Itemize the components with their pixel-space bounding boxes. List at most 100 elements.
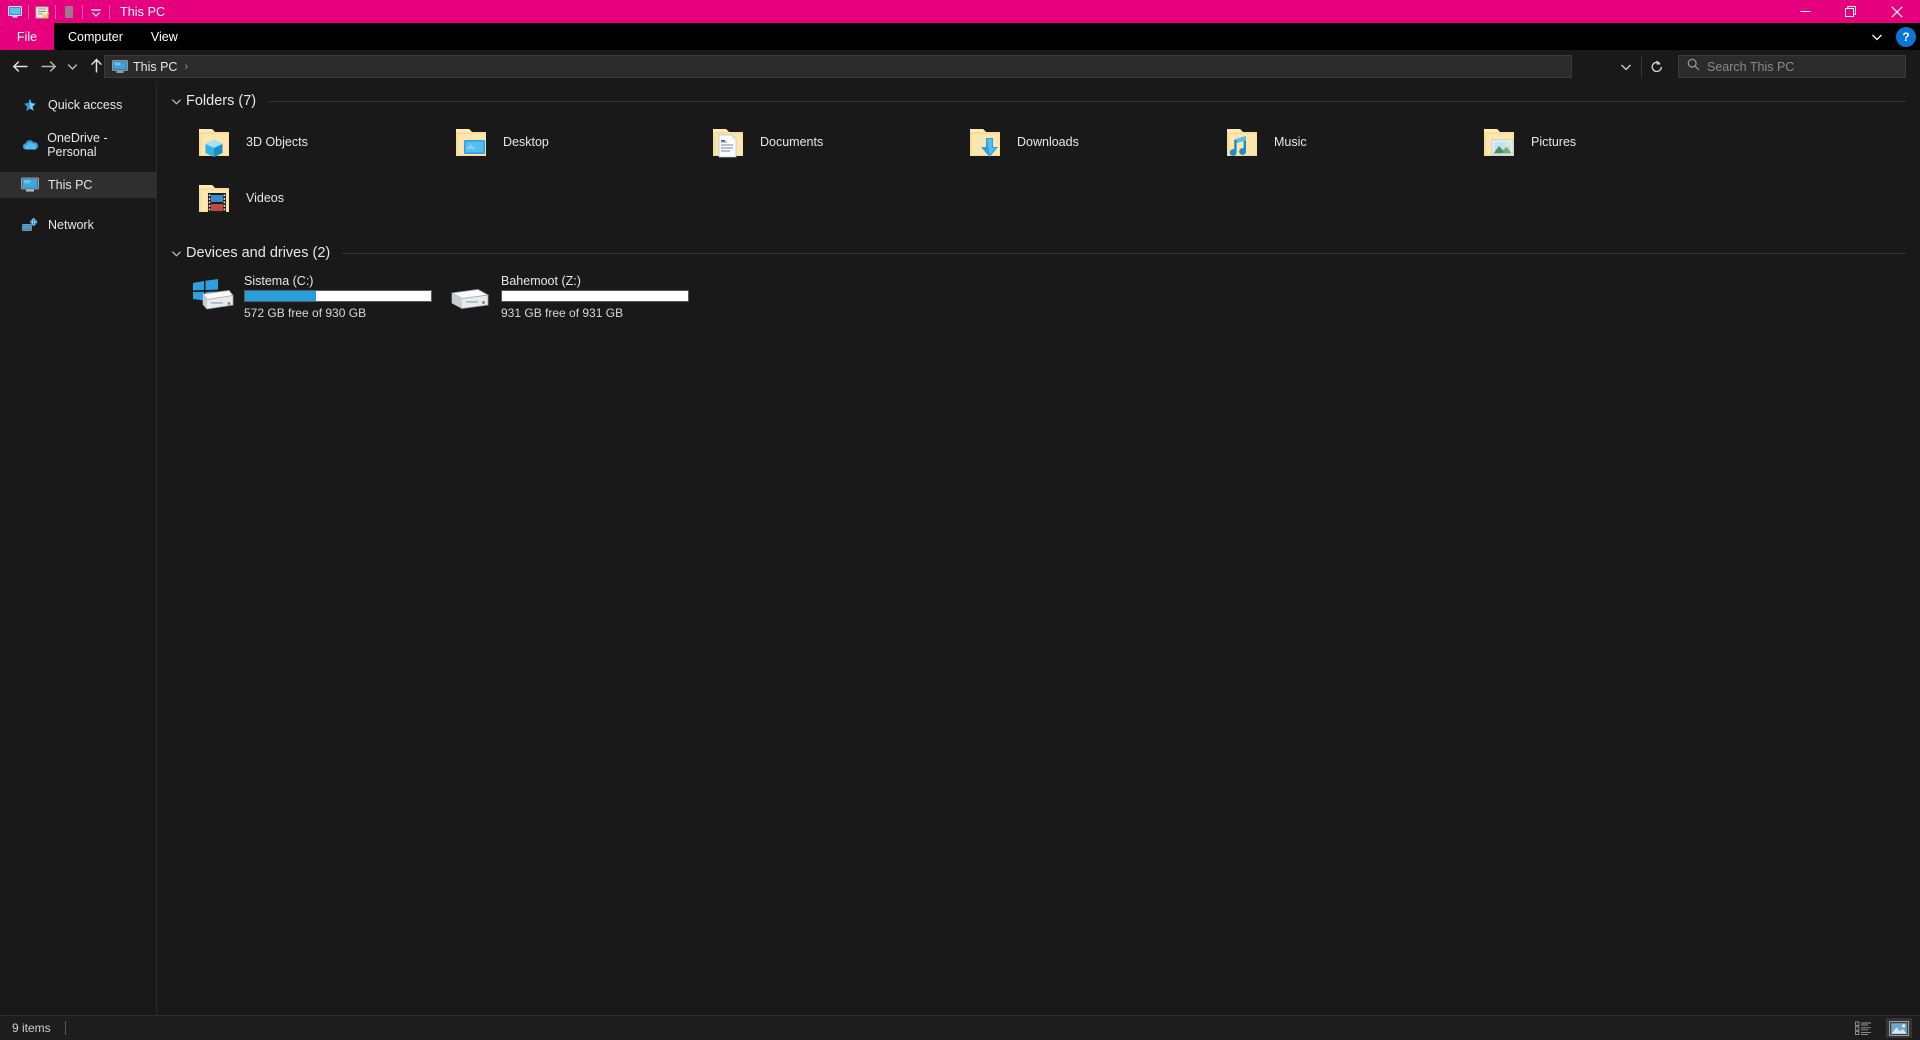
undo-icon[interactable] [58,1,80,23]
list-item-label: Downloads [1017,135,1079,149]
qat-separator-2 [55,4,56,19]
navigation-pane[interactable]: Quick access OneDrive - Personal This PC [0,82,157,1015]
capacity-bar-fill [245,291,316,301]
tab-file[interactable]: File [0,23,54,50]
folder-documents-icon [706,120,750,164]
sidebar-item-label: This PC [48,178,93,192]
list-item[interactable]: Pictures [1469,114,1726,170]
list-item[interactable]: Documents [698,114,955,170]
folders-tile-list[interactable]: 3D Objects Desktop Documents Downloads M… [158,114,1920,226]
chevron-down-icon[interactable] [168,245,184,261]
pin-icon [20,95,40,115]
breadcrumb-separator[interactable]: › [184,61,188,73]
tab-view[interactable]: View [137,23,192,50]
status-bar: 9 items [0,1015,1920,1040]
view-toggle-group[interactable] [1850,1018,1912,1038]
refresh-button[interactable] [1644,55,1670,78]
list-item[interactable]: Downloads [955,114,1212,170]
search-input[interactable]: Search This PC [1678,55,1906,78]
list-item[interactable]: Bahemoot (Z:) 931 GB free of 931 GB [441,268,698,324]
sidebar-item-onedrive[interactable]: OneDrive - Personal [0,131,156,159]
sidebar-item-network[interactable]: Network [0,212,156,238]
address-bar[interactable]: This PC › Search This PC [0,50,1920,82]
item-count-text: 9 items [12,1021,51,1035]
this-pc-icon [111,59,129,75]
folder-downloads-icon [963,120,1007,164]
qat-separator-1 [28,4,29,19]
chevron-down-icon[interactable] [168,93,184,109]
folder-desktop-icon [449,120,493,164]
search-placeholder: Search This PC [1707,59,1795,74]
quick-access-toolbar[interactable] [0,0,112,23]
group-divider [342,252,1906,254]
folder-videos-icon [192,176,236,220]
sidebar-item-label: Quick access [48,98,123,112]
recent-locations-chevron-icon[interactable] [62,52,82,80]
list-item-label: Pictures [1531,135,1577,149]
list-item-label: Documents [760,135,824,149]
previous-locations-chevron-icon[interactable] [1613,55,1639,78]
help-icon[interactable]: ? [1896,26,1916,47]
drive-free-space: 572 GB free of 930 GB [244,306,367,320]
breadcrumb[interactable]: This PC › [104,55,1572,78]
cloud-icon [20,135,39,155]
drive-free-space: 931 GB free of 931 GB [501,306,624,320]
group-title: Folders (7) [186,93,257,109]
group-header-folders[interactable]: Folders (7) [158,88,1920,114]
details-view-button[interactable] [1850,1018,1876,1038]
drive-info: Bahemoot (Z:) 931 GB free of 931 GB [501,272,691,320]
list-item-label: Videos [246,191,284,205]
title-bar[interactable]: This PC [0,0,1920,23]
ribbon-right-controls[interactable]: ? [1866,23,1916,50]
list-item-label: 3D Objects [246,135,308,149]
list-item-label: Music [1274,135,1307,149]
ribbon-tab-bar[interactable]: File Computer View ? [0,23,1920,50]
back-button[interactable] [6,52,34,80]
customize-qat-chevron-icon[interactable] [85,1,107,23]
sidebar-item-label: Network [48,218,94,232]
large-icons-view-button[interactable] [1886,1018,1912,1038]
new-folder-icon[interactable] [31,1,53,23]
drive-icon [447,274,493,318]
list-item[interactable]: 3D Objects [184,114,441,170]
folder-music-icon [1220,120,1264,164]
folder-3d-objects-icon [192,120,236,164]
sidebar-item-this-pc[interactable]: This PC [0,172,156,198]
folder-pictures-icon [1477,120,1521,164]
capacity-bar [244,290,432,302]
search-icon [1687,58,1700,76]
group-divider [268,100,1906,102]
list-item[interactable]: Music [1212,114,1469,170]
network-icon [20,215,40,235]
group-header-devices-and-drives[interactable]: Devices and drives (2) [158,240,1920,266]
window-title: This PC [120,4,166,19]
window-controls[interactable] [1782,0,1920,23]
qat-separator-4 [109,4,110,19]
list-item[interactable]: Sistema (C:) 572 GB free of 930 GB [184,268,441,324]
forward-button[interactable] [34,52,62,80]
qat-separator-3 [82,4,83,19]
properties-icon[interactable] [4,1,26,23]
capacity-bar [501,290,689,302]
sidebar-item-label: OneDrive - Personal [47,131,108,159]
drive-info: Sistema (C:) 572 GB free of 930 GB [244,272,434,320]
drives-tile-list[interactable]: Sistema (C:) 572 GB free of 930 GB Bahem… [158,268,1920,324]
list-item[interactable]: Desktop [441,114,698,170]
file-list-pane[interactable]: Folders (7) 3D Objects Desktop Documents… [158,82,1920,1015]
maximize-button[interactable] [1828,0,1874,23]
windows-drive-icon [190,274,236,318]
address-bar-right-controls[interactable] [1613,55,1670,78]
drive-name: Sistema (C:) [244,274,314,288]
list-item-label: Desktop [503,135,549,149]
drive-name: Bahemoot (Z:) [501,274,581,288]
breadcrumb-segment-this-pc[interactable]: This PC [133,60,177,74]
address-bar-divider [1641,56,1642,77]
close-button[interactable] [1874,0,1920,23]
sidebar-item-quick-access[interactable]: Quick access [0,92,156,118]
group-title: Devices and drives (2) [186,245,331,261]
collapse-ribbon-chevron-icon[interactable] [1866,23,1888,50]
list-item[interactable]: Videos [184,170,441,226]
minimize-button[interactable] [1782,0,1828,23]
this-pc-icon [20,175,40,195]
tab-computer[interactable]: Computer [54,23,137,50]
